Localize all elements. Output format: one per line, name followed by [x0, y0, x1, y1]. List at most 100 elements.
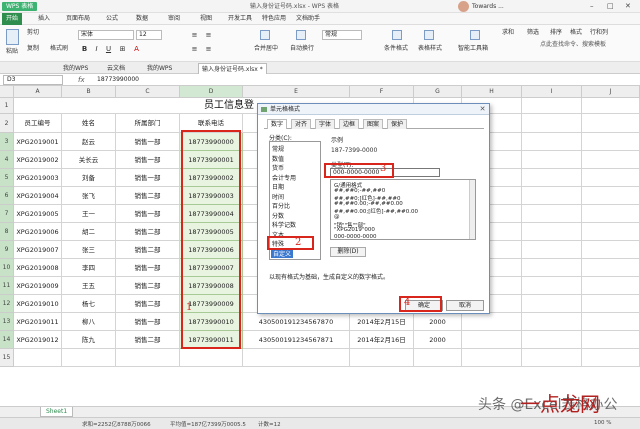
- conditional-format-button[interactable]: 条件格式: [384, 45, 408, 53]
- column-header-a[interactable]: A: [14, 86, 62, 98]
- zoom-level[interactable]: 100 %: [594, 420, 611, 426]
- wps-logo[interactable]: WPS 表格: [2, 2, 38, 11]
- grid-cell[interactable]: [522, 169, 582, 187]
- table-cell[interactable]: 王一: [62, 205, 116, 223]
- row-header[interactable]: 3: [0, 133, 14, 151]
- row-header[interactable]: 10: [0, 259, 14, 277]
- grid-cell[interactable]: [462, 349, 522, 367]
- table-cell[interactable]: 销售二部: [116, 295, 180, 313]
- cut-button[interactable]: 剪切: [27, 29, 39, 37]
- menu-page-layout[interactable]: 页面布局: [66, 13, 90, 25]
- grid-cell[interactable]: [522, 331, 582, 349]
- table-cell[interactable]: 胡二: [62, 223, 116, 241]
- format-button[interactable]: 格式: [570, 29, 582, 37]
- table-cell[interactable]: 陈九: [62, 331, 116, 349]
- grid-cell[interactable]: [116, 349, 180, 367]
- row-header[interactable]: 9: [0, 241, 14, 259]
- grid-cell[interactable]: [582, 313, 640, 331]
- table-cell[interactable]: 刘备: [62, 169, 116, 187]
- grid-cell[interactable]: [522, 187, 582, 205]
- tab-current-document[interactable]: 输入身份证号码.xlsx *: [198, 63, 267, 74]
- row-header[interactable]: 8: [0, 223, 14, 241]
- table-cell[interactable]: 销售二部: [116, 331, 180, 349]
- table-cell[interactable]: 2000: [414, 331, 462, 349]
- grid-cell[interactable]: [522, 295, 582, 313]
- format-code-item[interactable]: 000-0000-0000: [334, 234, 376, 239]
- row-header[interactable]: 7: [0, 205, 14, 223]
- formula-input[interactable]: 18773990000: [97, 75, 139, 85]
- grid-cell[interactable]: [582, 98, 640, 114]
- table-cell[interactable]: 赵云: [62, 133, 116, 151]
- tab-number[interactable]: 数字: [267, 119, 288, 129]
- grid-cell[interactable]: [522, 259, 582, 277]
- table-cell[interactable]: 柳八: [62, 313, 116, 331]
- menu-review[interactable]: 审阅: [168, 13, 180, 25]
- name-box[interactable]: D3: [3, 75, 63, 85]
- copy-button[interactable]: 复制: [27, 45, 39, 53]
- format-code-item[interactable]: ##,##0.00;-##,##0.00: [334, 201, 403, 207]
- column-header-e[interactable]: E: [243, 86, 350, 98]
- table-cell[interactable]: 张三: [62, 241, 116, 259]
- category-item[interactable]: 时间: [272, 192, 284, 201]
- tab-protection[interactable]: 保护: [387, 119, 408, 129]
- header-cell[interactable]: 所属部门: [116, 114, 180, 133]
- grid-cell[interactable]: [582, 205, 640, 223]
- table-cell[interactable]: XPG2019012: [14, 331, 62, 349]
- grid-cell[interactable]: [462, 313, 522, 331]
- close-icon[interactable]: ✕: [478, 105, 487, 114]
- column-header-g[interactable]: G: [414, 86, 462, 98]
- grid-cell[interactable]: [582, 259, 640, 277]
- sort-button[interactable]: 排序: [550, 29, 562, 37]
- menu-home[interactable]: 开始: [2, 13, 23, 25]
- grid-cell[interactable]: [62, 349, 116, 367]
- format-code-item[interactable]: @: [334, 214, 340, 220]
- row-header[interactable]: 5: [0, 169, 14, 187]
- format-painter-button[interactable]: 格式刷: [50, 45, 68, 53]
- table-cell[interactable]: 销售一部: [116, 151, 180, 169]
- align-top-icon[interactable]: ≡: [190, 31, 199, 40]
- align-center-icon[interactable]: ≡: [204, 45, 213, 54]
- grid-cell[interactable]: [462, 331, 522, 349]
- grid-cell[interactable]: [522, 133, 582, 151]
- menu-view[interactable]: 视图: [200, 13, 212, 25]
- smart-toolbox-icon[interactable]: [470, 30, 480, 40]
- row-header[interactable]: 13: [0, 313, 14, 331]
- grid-cell[interactable]: [582, 223, 640, 241]
- column-header-i[interactable]: I: [522, 86, 582, 98]
- row-header[interactable]: 1: [0, 98, 14, 114]
- table-cell[interactable]: 李四: [62, 259, 116, 277]
- paste-icon[interactable]: [6, 29, 19, 45]
- select-all-corner[interactable]: [0, 86, 14, 98]
- menu-formulas[interactable]: 公式: [106, 13, 118, 25]
- menu-doc-assistant[interactable]: 文档助手: [296, 13, 320, 25]
- tab-pattern[interactable]: 图案: [363, 119, 384, 129]
- grid-cell[interactable]: [414, 349, 462, 367]
- table-cell[interactable]: 销售一部: [116, 313, 180, 331]
- table-cell[interactable]: 销售一部: [116, 169, 180, 187]
- grid-cell[interactable]: [582, 151, 640, 169]
- category-item[interactable]: 日期: [272, 182, 284, 191]
- wrap-button[interactable]: 自动换行: [290, 45, 314, 53]
- command-search[interactable]: 点此查找命令、搜索模板: [540, 39, 606, 48]
- font-color-icon[interactable]: A: [132, 45, 141, 54]
- grid-cell[interactable]: [243, 349, 350, 367]
- header-cell[interactable]: 员工编号: [14, 114, 62, 133]
- number-format-select[interactable]: 常规: [322, 30, 362, 40]
- cancel-button[interactable]: 取消: [446, 300, 484, 311]
- row-header[interactable]: 4: [0, 151, 14, 169]
- close-icon[interactable]: ✕: [625, 2, 631, 11]
- menu-developer[interactable]: 开发工具: [228, 13, 252, 25]
- smart-toolbox-button[interactable]: 智能工具箱: [458, 45, 488, 53]
- table-cell[interactable]: XPG2019010: [14, 295, 62, 313]
- grid-cell[interactable]: [522, 114, 582, 133]
- menu-features[interactable]: 特色应用: [262, 13, 286, 25]
- category-item[interactable]: 科学记数: [272, 220, 296, 229]
- table-cell[interactable]: XPG2019009: [14, 277, 62, 295]
- grid-cell[interactable]: [582, 187, 640, 205]
- fx-icon[interactable]: fx: [78, 75, 85, 85]
- avatar[interactable]: [458, 1, 469, 12]
- minimize-icon[interactable]: –: [590, 2, 594, 11]
- category-item[interactable]: 百分比: [272, 201, 290, 210]
- table-cell[interactable]: XPG2019007: [14, 241, 62, 259]
- grid-cell[interactable]: [582, 169, 640, 187]
